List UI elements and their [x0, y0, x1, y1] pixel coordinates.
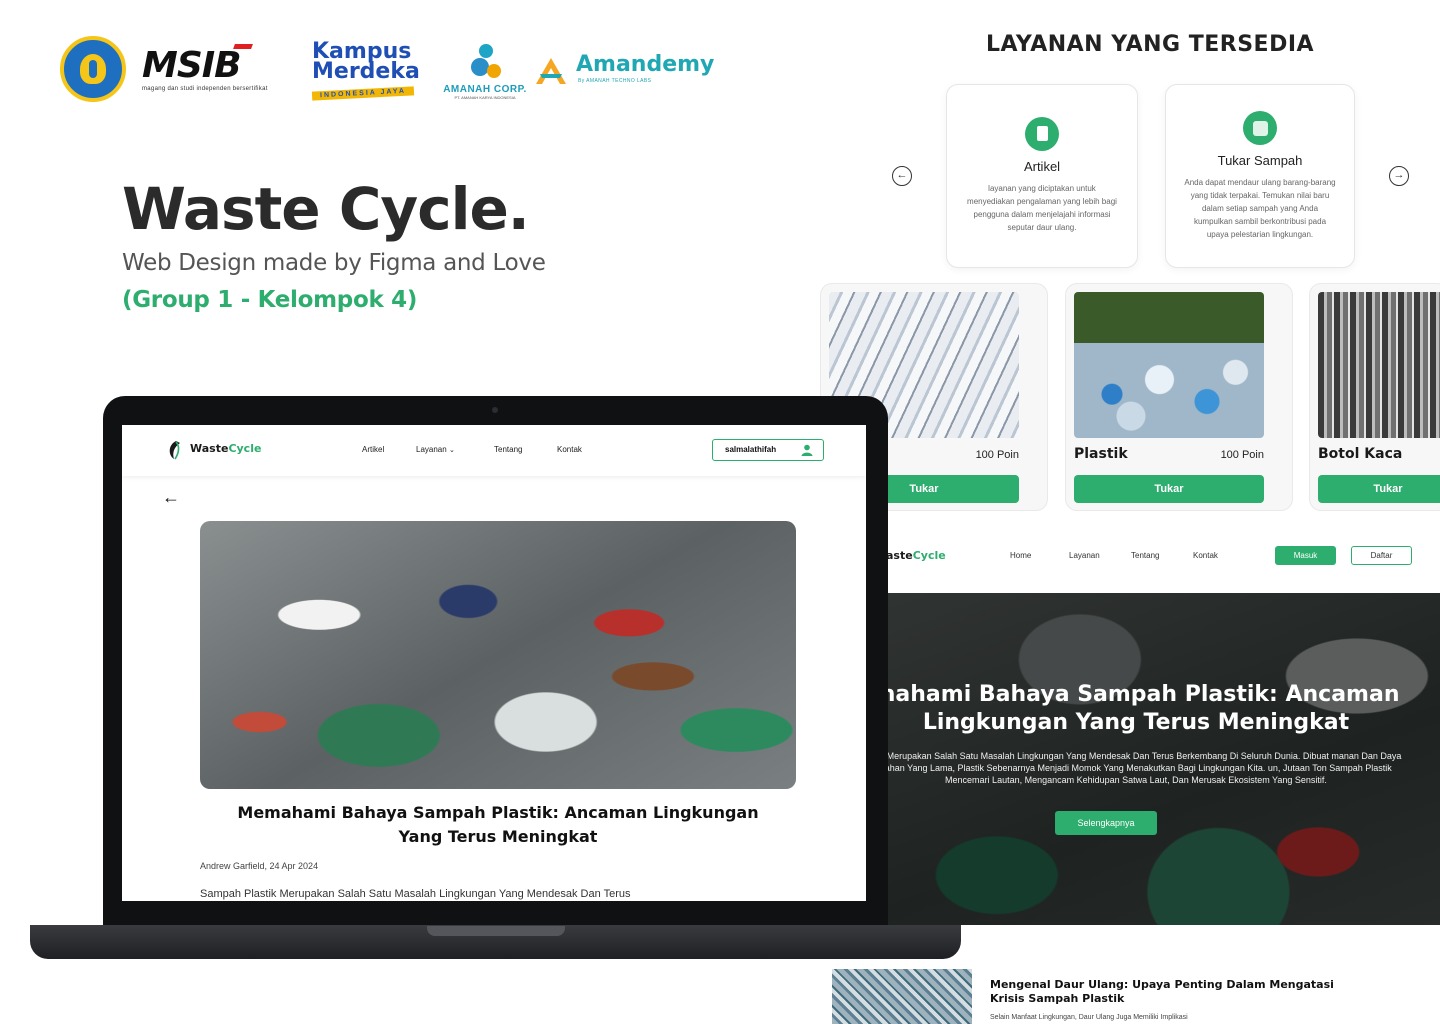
tut-wuri-handayani-logo — [60, 36, 126, 102]
product-name: Plastik — [1074, 446, 1128, 462]
merdeka-word: Merdeka — [312, 59, 420, 84]
nav-artikel[interactable]: Artikel — [362, 445, 384, 454]
amandemy-sub: By AMANAH TECHNO LABS — [578, 78, 652, 84]
chevron-down-icon: ⌄ — [448, 447, 455, 454]
landing-logo[interactable]: asteCycle — [886, 549, 946, 562]
daftar-button[interactable]: Daftar — [1351, 546, 1412, 565]
product-poin: 100 Poin — [975, 449, 1019, 461]
username: salmalathifah — [725, 445, 777, 454]
nav-layanan[interactable]: Layanan ⌄ — [416, 445, 455, 454]
service-desc: Anda dapat mendaur ulang barang-barang y… — [1184, 178, 1336, 239]
kampus-merdeka-logo: Kampus Merdeka INDONESIA JAYA — [311, 41, 424, 104]
article-logo[interactable]: WasteCycle — [190, 442, 261, 455]
product-card-plastik: Plastik 100 Poin Tukar — [1065, 283, 1293, 511]
amanah-corp-logo: AMANAH CORP. PT. AMANAH KARYA INDONESIA — [440, 44, 530, 100]
layanan-section-title: LAYANAN YANG TERSEDIA — [985, 32, 1315, 57]
landing-navbar: asteCycle Home Layanan Tentang Kontak Ma… — [886, 536, 1440, 592]
teaser-photo[interactable] — [832, 969, 972, 1024]
leaf-logo-icon — [169, 441, 180, 460]
service-name: Artikel — [1023, 159, 1061, 174]
amandemy-mark-icon — [536, 58, 566, 84]
arrow-left-icon[interactable]: ← — [162, 487, 180, 508]
laptop-screen: WasteCycle Artikel Layanan ⌄ Tentang Kon… — [122, 425, 866, 901]
nav-tentang[interactable]: Tentang — [494, 445, 522, 454]
amanah-name: AMANAH CORP. — [443, 84, 527, 95]
selengkapnya-button[interactable]: Selengkapnya — [1055, 811, 1157, 835]
article-hero-photo — [200, 521, 796, 789]
teaser-title[interactable]: Mengenal Daur Ulang: Upaya Penting Dalam… — [990, 978, 1370, 1006]
nav-kontak[interactable]: Kontak — [557, 445, 582, 454]
laptop-notch — [427, 926, 565, 936]
amandemy-logo: Amandemy By AMANAH TECHNO LABS — [534, 52, 714, 88]
teaser-subtitle: Selain Manfaat Lingkungan, Daur Ulang Ju… — [990, 1014, 1188, 1021]
service-desc: layanan yang diciptakan untuk menyediaka… — [967, 184, 1117, 232]
service-card-artikel[interactable]: Artikel layanan yang diciptakan untuk me… — [946, 84, 1138, 268]
tukar-button[interactable]: Tukar — [1074, 475, 1264, 503]
landing-logo-b: Cycle — [912, 549, 946, 562]
article-logo-a: Waste — [190, 442, 229, 455]
msib-tagline: magang dan studi independen bersertifika… — [142, 86, 268, 92]
landing-hero: mahami Bahaya Sampah Plastik: Ancaman Li… — [886, 593, 1440, 925]
arrow-left-circle-icon[interactable]: ← — [892, 166, 912, 186]
landing-hero-paragraph: stik Merupakan Salah Satu Masalah Lingku… — [886, 751, 1402, 785]
landing-nav-home[interactable]: Home — [1010, 551, 1031, 560]
article-meta: Andrew Garfield, 24 Apr 2024 — [200, 861, 319, 871]
article-logo-b: Cycle — [228, 442, 262, 455]
laptop-camera — [492, 407, 498, 413]
amandemy-name: Amandemy — [576, 52, 715, 77]
landing-nav-kontak[interactable]: Kontak — [1193, 551, 1218, 560]
nav-layanan-label: Layanan — [416, 445, 447, 454]
document-icon — [1025, 117, 1059, 151]
product-name: Botol Kaca — [1318, 446, 1403, 462]
user-icon — [801, 444, 813, 456]
recycle-bag-icon — [1243, 111, 1277, 145]
article-title: Memahami Bahaya Sampah Plastik: Ancaman … — [237, 803, 759, 846]
msib-word: MSIB — [142, 45, 242, 86]
service-card-tukar-sampah[interactable]: Tukar Sampah Anda dapat mendaur ulang ba… — [1165, 84, 1355, 268]
glass-bottles-photo — [1318, 292, 1440, 438]
product-card-botol-kaca: Botol Kaca Tukar — [1309, 283, 1440, 511]
service-name: Tukar Sampah — [1217, 153, 1303, 168]
tukar-button[interactable]: Tukar — [1318, 475, 1440, 503]
msib-logo: MSIB magang dan studi independen bersert… — [142, 44, 292, 98]
hero-title: Waste Cycle. — [122, 175, 530, 243]
indonesia-jaya-band: INDONESIA JAYA — [311, 86, 415, 101]
arrow-right-circle-icon[interactable]: → — [1389, 166, 1409, 186]
masuk-button[interactable]: Masuk — [1275, 546, 1336, 565]
article-navbar: WasteCycle Artikel Layanan ⌄ Tentang Kon… — [122, 425, 866, 476]
landing-hero-title: mahami Bahaya Sampah Plastik: Ancaman Li… — [886, 682, 1400, 735]
amanah-sub: PT. AMANAH KARYA INDONESIA — [454, 95, 516, 100]
landing-nav-layanan[interactable]: Layanan — [1069, 551, 1100, 560]
landing-logo-a: aste — [886, 549, 913, 562]
user-account-button[interactable]: salmalathifah — [712, 439, 824, 461]
hero-subtitle: Web Design made by Figma and Love — [122, 250, 546, 276]
product-poin: 100 Poin — [1220, 449, 1264, 461]
article-body: Sampah Plastik Merupakan Salah Satu Masa… — [200, 888, 631, 900]
plastic-bottles-photo — [1074, 292, 1264, 438]
landing-nav-tentang[interactable]: Tentang — [1131, 551, 1159, 560]
hero-group-label: (Group 1 - Kelompok 4) — [122, 287, 418, 313]
